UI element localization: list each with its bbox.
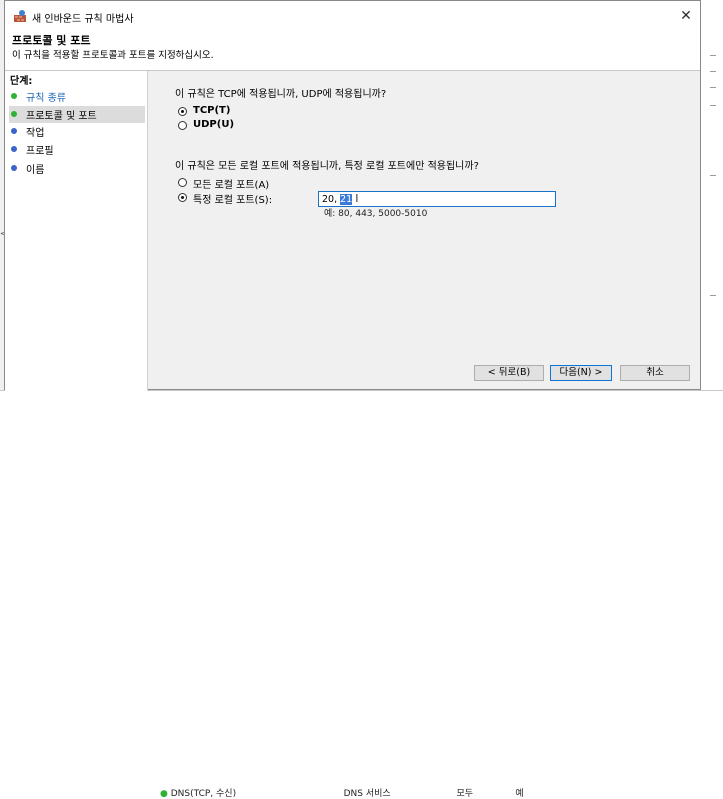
wizard-content: 이 규칙은 TCP에 적용됩니까, UDP에 적용됩니까? TCP(T) UDP… xyxy=(148,71,700,391)
ports-example-text: 예: 80, 443, 5000-5010 xyxy=(324,209,428,219)
next-button[interactable]: 다음(N) > xyxy=(550,365,612,381)
close-button[interactable]: ✕ xyxy=(672,1,700,32)
rule-enabled-icon: ● xyxy=(160,789,168,799)
page-title: 프로토콜 및 포트 xyxy=(12,34,91,47)
radio-unchecked-icon[interactable] xyxy=(178,121,187,130)
radio-checked-icon[interactable] xyxy=(178,107,187,116)
step-label: 프로토콜 및 포트 xyxy=(26,111,97,122)
page-subtitle: 이 규칙을 적용할 프로토콜과 포트를 지정하십시오. xyxy=(12,50,214,61)
step-action[interactable]: 작업 xyxy=(9,123,145,140)
radio-checked-icon[interactable] xyxy=(178,193,187,202)
background-rule-list: ● DNS(TCP, 수신) DNS 서비스 모두 예 xyxy=(0,390,723,799)
protocol-question: 이 규칙은 TCP에 적용됩니까, UDP에 적용됩니까? xyxy=(175,89,387,100)
rule-profile: 모두 xyxy=(456,789,474,799)
step-status-icon xyxy=(11,128,17,134)
step-label: 작업 xyxy=(26,128,45,139)
step-status-icon xyxy=(11,146,17,152)
tcp-radio-label[interactable]: TCP(T) xyxy=(193,105,230,116)
step-rule-type[interactable]: 규칙 종류 xyxy=(9,88,145,105)
port-value-selection: 21 xyxy=(340,194,353,205)
port-value-text: 20, xyxy=(322,194,341,205)
rule-enabled: 예 xyxy=(515,789,524,799)
firewall-icon xyxy=(14,10,26,22)
steps-title: 단계: xyxy=(10,76,33,87)
step-name[interactable]: 이름 xyxy=(9,160,145,177)
step-label: 이름 xyxy=(26,165,45,176)
step-label: 규칙 종류 xyxy=(26,93,66,104)
window-title: 새 인바운드 규칙 마법사 xyxy=(32,14,134,25)
specific-ports-input[interactable]: 20, 21 I xyxy=(318,191,556,207)
rule-name: DNS(TCP, 수신) xyxy=(170,789,237,799)
step-protocol-ports[interactable]: 프로토콜 및 포트 xyxy=(9,106,145,123)
inbound-rule-wizard-dialog: 새 인바운드 규칙 마법사 ✕ 프로토콜 및 포트 이 규칙을 적용할 프로토콜… xyxy=(4,0,701,391)
step-status-icon xyxy=(11,111,17,117)
steps-panel: 단계: 규칙 종류 프로토콜 및 포트 작업 프로필 이름 xyxy=(5,71,148,391)
page-header: 프로토콜 및 포트 이 규칙을 적용할 프로토콜과 포트를 지정하십시오. xyxy=(5,32,700,71)
text-cursor-icon: I xyxy=(355,192,359,205)
radio-unchecked-icon[interactable] xyxy=(178,178,187,187)
background-scroll-marks xyxy=(708,55,718,355)
ports-question: 이 규칙은 모든 로컬 포트에 적용됩니까, 특정 로컬 포트에만 적용됩니까? xyxy=(175,161,479,172)
close-icon: ✕ xyxy=(680,8,692,24)
step-profile[interactable]: 프로필 xyxy=(9,141,145,158)
rule-group: DNS 서비스 xyxy=(343,789,391,799)
udp-radio-label[interactable]: UDP(U) xyxy=(193,119,234,130)
step-label: 프로필 xyxy=(26,146,54,157)
background-rule-row[interactable]: ● DNS(TCP, 수신) DNS 서비스 모두 예 xyxy=(160,786,524,799)
back-button[interactable]: < 뒤로(B) xyxy=(474,365,544,381)
specific-ports-label[interactable]: 특정 로컬 포트(S): xyxy=(193,191,272,206)
title-bar: 새 인바운드 규칙 마법사 ✕ xyxy=(5,1,700,32)
step-status-icon xyxy=(11,93,17,99)
all-ports-label[interactable]: 모든 로컬 포트(A) xyxy=(193,176,269,191)
step-status-icon xyxy=(11,165,17,171)
cancel-button[interactable]: 취소 xyxy=(620,365,690,381)
